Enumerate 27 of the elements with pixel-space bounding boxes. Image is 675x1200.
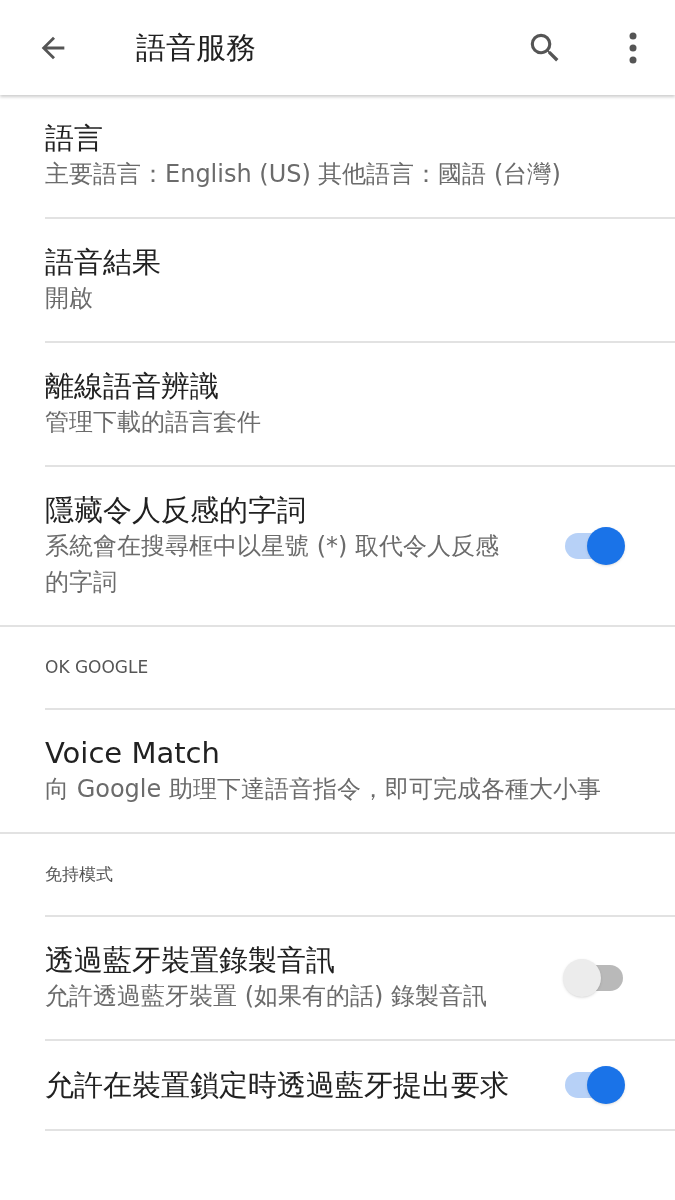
setting-title: 離線語音辨識 xyxy=(45,368,220,404)
setting-summary: 向 Google 助理下達語音指令，即可完成各種大小事 xyxy=(45,774,602,805)
setting-row[interactable]: 語音結果 開啟 xyxy=(0,219,675,341)
toggle-switch[interactable] xyxy=(563,527,625,565)
toggle-switch[interactable] xyxy=(563,959,625,997)
setting-row[interactable]: 允許在裝置鎖定時透過藍牙提出要求 xyxy=(0,1041,675,1129)
setting-summary: 主要語言：English (US) 其他語言：國語 (台灣) xyxy=(45,159,562,190)
setting-title: 隱藏令人反感的字詞 xyxy=(45,492,307,528)
setting-row[interactable]: Voice Match 向 Google 助理下達語音指令，即可完成各種大小事 xyxy=(0,710,675,832)
setting-row[interactable]: 隱藏令人反感的字詞 系統會在搜尋框中以星號 (*) 取代令人反感的字詞 xyxy=(0,467,675,625)
setting-title: 透過藍牙裝置錄製音訊 xyxy=(45,942,336,978)
setting-summary: 開啟 xyxy=(45,283,94,314)
setting-summary: 允許透過藍牙裝置 (如果有的話) 錄製音訊 xyxy=(45,981,488,1012)
toggle-switch[interactable] xyxy=(563,1066,625,1104)
setting-row[interactable]: 透過藍牙裝置錄製音訊 允許透過藍牙裝置 (如果有的話) 錄製音訊 xyxy=(0,917,675,1039)
section-header: 免持模式 xyxy=(45,862,113,886)
setting-title: 語音結果 xyxy=(45,244,162,280)
page-title: 語音服務 xyxy=(136,29,257,67)
setting-title: Voice Match xyxy=(45,735,221,771)
setting-row[interactable]: 語言 主要語言：English (US) 其他語言：國語 (台灣) xyxy=(0,95,675,217)
section-header: OK GOOGLE xyxy=(45,655,149,679)
setting-title: 語言 xyxy=(45,120,104,156)
more-vertical-icon xyxy=(627,30,639,65)
setting-title: 允許在裝置鎖定時透過藍牙提出要求 xyxy=(45,1067,510,1103)
setting-row[interactable]: 離線語音辨識 管理下載的語言套件 xyxy=(0,343,675,465)
setting-summary: 管理下載的語言套件 xyxy=(45,407,262,438)
setting-summary: 系統會在搜尋框中以星號 (*) 取代令人反感的字詞 xyxy=(45,531,500,598)
